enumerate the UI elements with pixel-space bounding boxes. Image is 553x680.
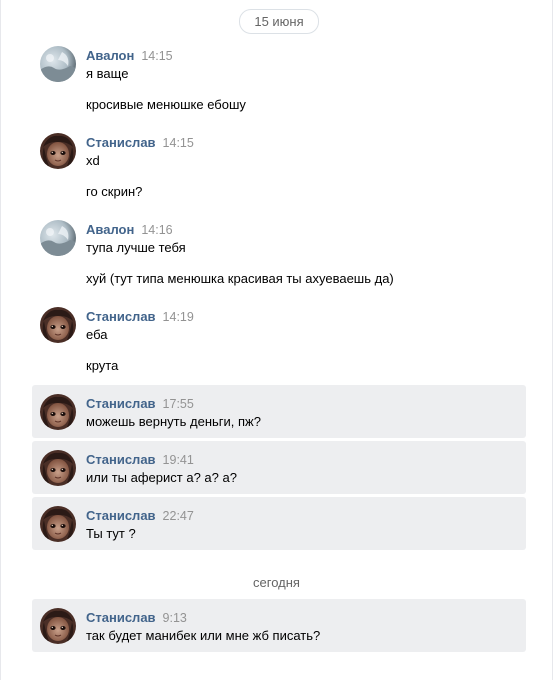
message-text: можешь вернуть деньги, пж? [86, 414, 261, 429]
message-text: я ваще [86, 66, 129, 81]
message-group[interactable]: Станислав 14:15 xd го скрин? [32, 128, 526, 208]
message-text: тупа лучше тебя [86, 240, 186, 255]
message-text: хуй (тут типа менюшка красивая ты ахуева… [86, 271, 394, 286]
avatar-stanislav-icon[interactable] [40, 506, 76, 542]
message-time[interactable]: 14:15 [141, 49, 172, 63]
author-name[interactable]: Станислав [86, 508, 156, 523]
message-text: го скрин? [86, 184, 143, 199]
avatar-stanislav-icon[interactable] [40, 307, 76, 343]
author-name[interactable]: Станислав [86, 135, 156, 150]
author-name[interactable]: Станислав [86, 309, 156, 324]
message-text: еба [86, 327, 108, 342]
message-text: или ты аферист а? а? а? [86, 470, 237, 485]
message-time[interactable]: 17:55 [163, 397, 194, 411]
message-time[interactable]: 14:19 [163, 310, 194, 324]
avatar-stanislav-icon[interactable] [40, 450, 76, 486]
message-unread[interactable]: Станислав 19:41 или ты аферист а? а? а? [32, 441, 526, 494]
author-name[interactable]: Станислав [86, 452, 156, 467]
message-text: кросивые менюшке ебошу [86, 97, 246, 112]
message-text: крута [86, 358, 119, 373]
message-group[interactable]: Авалон 14:16 тупа лучше тебя хуй (тут тип… [32, 215, 526, 295]
avatar-stanislav-icon[interactable] [40, 608, 76, 644]
message-group[interactable]: Авалон 14:15 я ваще кросивые менюшке ебош… [32, 41, 526, 121]
message-group[interactable]: Станислав 14:19 еба крута [32, 302, 526, 382]
day-separator: сегодня [253, 575, 300, 590]
message-unread[interactable]: Станислав 17:55 можешь вернуть деньги, пж… [32, 385, 526, 438]
author-name[interactable]: Авалон [86, 222, 134, 237]
message-unread[interactable]: Станислав 9:13 так будет манибек или мне … [32, 599, 526, 652]
message-text: так будет манибек или мне жб писать? [86, 628, 321, 643]
date-separator-pill[interactable]: 15 июня [239, 9, 319, 34]
author-name[interactable]: Авалон [86, 48, 134, 63]
author-name[interactable]: Станислав [86, 396, 156, 411]
avatar-stanislav-icon[interactable] [40, 133, 76, 169]
message-time[interactable]: 9:13 [163, 611, 187, 625]
message-text: Ты тут ? [86, 526, 136, 541]
message-time[interactable]: 14:16 [141, 223, 172, 237]
avatar-avalon-icon[interactable] [40, 46, 76, 82]
avatar-stanislav-icon[interactable] [40, 394, 76, 430]
message-unread[interactable]: Станислав 22:47 Ты тут ? [32, 497, 526, 550]
message-time[interactable]: 14:15 [163, 136, 194, 150]
message-text: xd [86, 153, 100, 168]
avatar-avalon-icon[interactable] [40, 220, 76, 256]
message-time[interactable]: 19:41 [163, 453, 194, 467]
author-name[interactable]: Станислав [86, 610, 156, 625]
message-time[interactable]: 22:47 [163, 509, 194, 523]
